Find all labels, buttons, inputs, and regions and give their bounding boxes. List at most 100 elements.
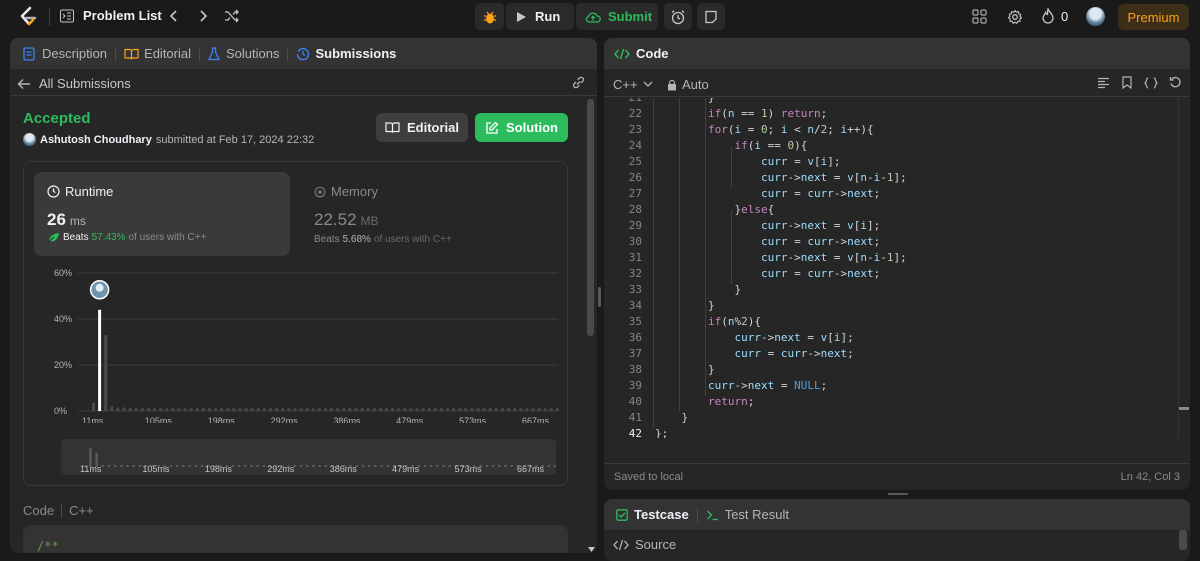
histogram-bar[interactable] (232, 408, 236, 411)
histogram-bar[interactable] (452, 408, 456, 411)
histogram-bar[interactable] (348, 408, 352, 411)
shuffle-button[interactable] (224, 9, 240, 23)
user-avatar[interactable] (23, 133, 36, 146)
histogram-bar[interactable] (104, 335, 108, 411)
code-line[interactable]: 34 } (604, 298, 715, 314)
histogram-bar[interactable] (531, 408, 535, 411)
avatar[interactable] (1086, 7, 1105, 26)
histogram-bar[interactable] (153, 408, 157, 411)
bookmark-button[interactable] (1122, 76, 1132, 92)
histogram-bar[interactable] (159, 408, 163, 411)
histogram-bar[interactable] (134, 408, 138, 411)
histogram-bar[interactable] (281, 408, 285, 411)
solution-button[interactable]: Solution (475, 113, 568, 142)
code-line[interactable]: 32 curr = curr->next; (604, 266, 880, 282)
leetcode-logo[interactable] (18, 6, 38, 28)
panel-resize-handle[interactable] (598, 287, 601, 307)
user-name[interactable]: Ashutosh Choudhary (40, 134, 152, 146)
left-panel-scrollbar[interactable] (587, 99, 594, 336)
histogram-bar[interactable] (189, 408, 193, 411)
tab-description[interactable]: Description (22, 46, 107, 61)
histogram-bar[interactable] (220, 408, 224, 411)
code-line[interactable]: 24 if(i == 0){ (604, 138, 808, 154)
submitted-code-block[interactable]: /** (23, 525, 568, 553)
next-problem-button[interactable] (197, 9, 209, 23)
histogram-bar[interactable] (409, 408, 413, 411)
code-line[interactable]: 40 return; (604, 394, 755, 410)
source-section[interactable]: Source (613, 537, 676, 552)
histogram-bar[interactable] (262, 408, 266, 411)
histogram-bar[interactable] (476, 408, 480, 411)
histogram-bar[interactable] (183, 408, 187, 411)
back-to-submissions-link[interactable]: All Submissions (17, 76, 131, 91)
histogram-bar[interactable] (299, 408, 303, 411)
histogram-bar[interactable] (214, 408, 218, 411)
code-line[interactable]: 35 if(n%2){ (604, 314, 761, 330)
code-line[interactable]: 33 } (604, 282, 741, 298)
histogram-bar[interactable] (250, 408, 254, 411)
code-line[interactable]: 37 curr = curr->next; (604, 346, 854, 362)
histogram-bar[interactable] (403, 408, 407, 411)
histogram-bar[interactable] (323, 408, 327, 411)
code-line[interactable]: 39 curr->next = NULL; (604, 378, 827, 394)
histogram-bar[interactable] (287, 408, 291, 411)
code-line[interactable]: 28 }else{ (604, 202, 774, 218)
histogram-bar[interactable] (488, 408, 492, 411)
histogram-bar[interactable] (98, 309, 102, 411)
histogram-bar[interactable] (146, 408, 150, 411)
histogram-bar[interactable] (201, 408, 205, 411)
runtime-card[interactable]: Runtime 26 ms Beats 57.43% of users with… (34, 172, 290, 256)
histogram-bar[interactable] (269, 408, 273, 411)
code-line[interactable]: 22 if(n == 1) return; (604, 106, 827, 122)
histogram-bar[interactable] (397, 408, 401, 411)
debug-button[interactable] (475, 3, 504, 30)
histogram-bar[interactable] (378, 408, 382, 411)
histogram-bar[interactable] (336, 408, 340, 411)
autocomplete-mode[interactable]: Auto (667, 77, 709, 92)
code-line[interactable]: 41 } (604, 410, 688, 426)
histogram-bar[interactable] (494, 408, 498, 411)
histogram-bar[interactable] (122, 407, 126, 411)
histogram-bar[interactable] (238, 408, 242, 411)
layout-button[interactable] (972, 9, 987, 24)
code-line[interactable]: 38 } (604, 362, 715, 378)
histogram-bar[interactable] (360, 408, 364, 411)
histogram-bar[interactable] (207, 408, 211, 411)
settings-button[interactable] (1007, 9, 1023, 25)
histogram-bar[interactable] (482, 408, 486, 411)
code-area[interactable]: 21 }22 if(n == 1) return;23 for(i = 0; i… (604, 98, 1190, 438)
braces-button[interactable] (1143, 77, 1159, 92)
histogram-bar[interactable] (354, 408, 358, 411)
tab-test-result[interactable]: Test Result (706, 507, 789, 522)
histogram-bar[interactable] (464, 408, 468, 411)
histogram-bar[interactable] (116, 407, 120, 411)
histogram-bar[interactable] (366, 408, 370, 411)
streak-counter[interactable]: 0 (1041, 8, 1068, 24)
scroll-down-arrow[interactable] (588, 540, 595, 553)
histogram-bar[interactable] (177, 408, 181, 411)
histogram-bar[interactable] (513, 408, 517, 411)
premium-button[interactable]: Premium (1118, 4, 1189, 30)
histogram-bar[interactable] (543, 408, 547, 411)
tab-solutions[interactable]: Solutions (208, 46, 279, 61)
editor-resize-handle[interactable] (888, 493, 908, 495)
histogram-bar[interactable] (415, 408, 419, 411)
tab-submissions[interactable]: Submissions (296, 46, 396, 61)
histogram-bar[interactable] (128, 408, 132, 411)
code-line[interactable]: 27 curr = curr->next; (604, 186, 880, 202)
submit-button[interactable]: Submit (576, 3, 658, 30)
histogram-bar[interactable] (256, 408, 260, 411)
reset-code-button[interactable] (1169, 76, 1182, 92)
testcase-scrollbar[interactable] (1179, 530, 1187, 550)
histogram-bar[interactable] (446, 408, 450, 411)
code-line[interactable]: 26 curr->next = v[n-i-1]; (604, 170, 907, 186)
timer-button[interactable] (664, 3, 692, 30)
share-link-button[interactable] (571, 76, 586, 92)
histogram-bar[interactable] (293, 408, 297, 411)
histogram-bar[interactable] (555, 408, 559, 411)
histogram-bar[interactable] (500, 408, 504, 411)
format-button[interactable] (1097, 77, 1110, 92)
code-line[interactable]: 21 } (604, 98, 715, 106)
histogram-bar[interactable] (342, 408, 346, 411)
histogram-bar[interactable] (391, 408, 395, 411)
